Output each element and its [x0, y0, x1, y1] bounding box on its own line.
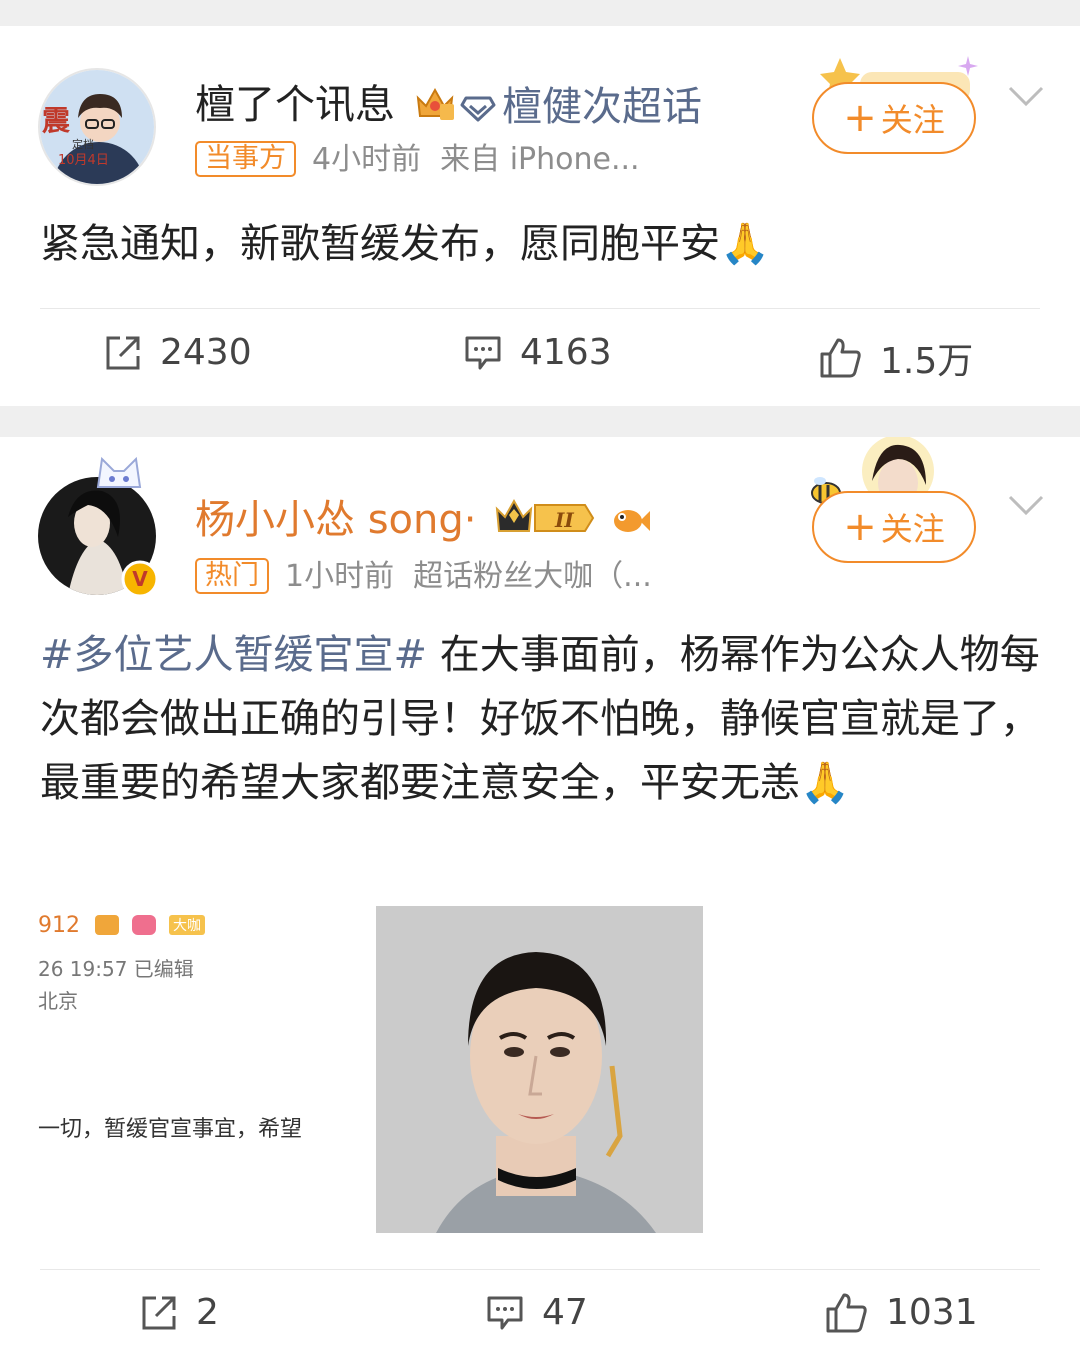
follow-button[interactable]: + 关注	[812, 82, 976, 154]
pray-emoji: 🙏	[800, 760, 850, 806]
username-text[interactable]: 杨小小怂 song·	[195, 497, 476, 543]
crown-badge-icon: II	[495, 498, 595, 532]
share-icon	[142, 1296, 176, 1329]
avatar-illustration: 震 定档 10月4日	[40, 70, 154, 184]
like-icon	[826, 1293, 867, 1332]
plus-icon: +	[843, 95, 877, 141]
pray-emoji: 🙏	[720, 221, 770, 267]
like-count: 1.5万	[880, 341, 974, 382]
chevron-down-icon[interactable]	[1008, 493, 1044, 517]
vip-badge: 大咖	[169, 915, 205, 935]
svg-text:II: II	[554, 508, 574, 532]
chevron-down-icon[interactable]	[1008, 84, 1044, 108]
comment-icon	[465, 336, 501, 369]
user-avatar[interactable]: 震 定档 10月4日	[38, 68, 156, 186]
weibo-post-2: V 杨小小怂 song· II 热门 1小时前 超话粉丝大咖（... +关注	[0, 437, 1080, 1366]
post-source: 超话粉丝大咖（...	[413, 559, 652, 594]
username[interactable]: 杨小小怂 song· II	[195, 487, 650, 545]
share-count: 2	[196, 1292, 219, 1333]
divider	[40, 1269, 1040, 1270]
username-text[interactable]: 檀了个讯息	[195, 82, 395, 128]
diamond-icon	[460, 96, 496, 122]
svg-text:V: V	[132, 567, 148, 591]
username[interactable]: 檀了个讯息	[195, 72, 456, 130]
share-button[interactable]: 2430	[104, 332, 252, 373]
cat-ears-decoration	[96, 456, 142, 488]
post-text: 紧急通知，新歌暂缓发布，愿同胞平安	[40, 221, 720, 267]
svg-text:10月4日: 10月4日	[58, 153, 109, 168]
supertopic-label[interactable]: 檀健次超话	[502, 84, 702, 130]
attached-photo[interactable]	[376, 906, 703, 1233]
divider	[40, 308, 1040, 309]
weibo-post-1: 震 定档 10月4日 檀了个讯息 檀健次超话 当事方 4小时前 来自 iPhone…	[0, 26, 1080, 406]
share-button[interactable]: 2	[140, 1292, 219, 1333]
verified-v-icon: V	[121, 560, 159, 598]
like-button[interactable]: 1.5万	[820, 332, 973, 384]
post-source: 来自 iPhone...	[440, 142, 640, 177]
svg-text:震: 震	[42, 104, 71, 137]
post-content: 紧急通知，新歌暂缓发布，愿同胞平安🙏	[40, 212, 1040, 276]
screenshot-line-3: 北京	[38, 989, 78, 1013]
share-count: 2430	[160, 332, 252, 373]
comment-count: 4163	[520, 332, 612, 373]
attached-screenshot[interactable]: 912 大咖 26 19:57 已编辑 北京 一切，暂缓官宣事宜，希望	[38, 907, 368, 1237]
post-content: #多位艺人暂缓官宣# 在大事面前，杨幂作为公众人物每次都会做出正确的引导！好饭不…	[40, 623, 1040, 815]
post-meta: 热门 1小时前 超话粉丝大咖（...	[195, 551, 652, 595]
comment-icon	[487, 1296, 523, 1329]
heart-badge-icon	[132, 915, 156, 935]
crown-badge-icon	[416, 87, 454, 120]
fish-badge-icon	[613, 510, 650, 532]
watermark: @娱夫人	[456, 673, 561, 703]
screenshot-line-4: 一切，暂缓官宣事宜，希望	[38, 1117, 303, 1142]
party-tag: 当事方	[195, 141, 296, 177]
post-time: 1小时前	[285, 559, 395, 594]
like-button[interactable]: 1031	[826, 1292, 978, 1333]
plus-icon: +	[843, 504, 877, 550]
comment-count: 47	[542, 1292, 588, 1333]
like-count: 1031	[886, 1292, 978, 1333]
screenshot-line-2: 26 19:57 已编辑	[38, 957, 194, 981]
comment-button[interactable]: 47	[486, 1292, 588, 1333]
hashtag-link[interactable]: #多位艺人暂缓官宣#	[40, 632, 427, 678]
post-meta: 当事方 4小时前 来自 iPhone...	[195, 134, 640, 178]
like-icon	[820, 338, 861, 378]
svg-text:定档: 定档	[72, 137, 94, 151]
crown-small-icon	[95, 915, 119, 935]
share-icon	[106, 336, 140, 369]
comment-button[interactable]: 4163	[464, 332, 612, 373]
portrait-photo	[376, 906, 703, 1233]
screenshot-line-1: 912 大咖	[38, 913, 205, 938]
supertopic-link[interactable]: 檀健次超话	[460, 74, 702, 132]
post-time: 4小时前	[312, 142, 422, 177]
follow-button[interactable]: + 关注	[812, 491, 976, 563]
hot-tag: 热门	[195, 558, 269, 594]
